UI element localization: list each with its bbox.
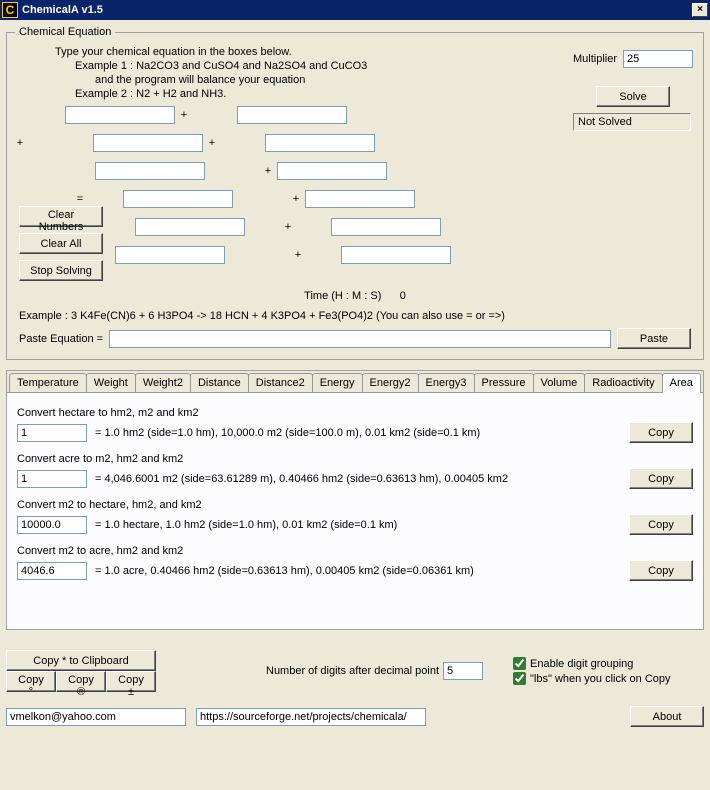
tab-energy2[interactable]: Energy2	[362, 373, 419, 392]
paste-label: Paste Equation =	[19, 333, 103, 345]
copy-to-clipboard-button[interactable]: Copy * to Clipboard	[6, 650, 156, 671]
tab-weight[interactable]: Weight	[86, 373, 136, 392]
tab-body-area: Convert hectare to hm2, m2 and km2 = 1.0 …	[7, 393, 703, 629]
plus-sign: +	[207, 137, 217, 149]
eq-input-1b[interactable]	[237, 106, 347, 124]
conversion-result: = 4,046.6001 m2 (side=63.61289 m), 0.404…	[95, 473, 629, 485]
multiplier-input[interactable]	[623, 50, 693, 68]
conversion-input[interactable]	[17, 562, 87, 580]
close-button[interactable]: ×	[692, 3, 708, 17]
eq-input-2a[interactable]	[93, 134, 203, 152]
paste-equation-input[interactable]	[109, 330, 611, 348]
tab-radioactivity[interactable]: Radioactivity	[584, 373, 662, 392]
conversion-result: = 1.0 hectare, 1.0 hm2 (side=1.0 hm), 0.…	[95, 519, 629, 531]
plus-sign: +	[263, 165, 273, 177]
lbs-on-copy-checkbox[interactable]: "lbs" when you click on Copy	[513, 672, 671, 685]
conversion-title: Convert m2 to hectare, hm2, and km2	[17, 499, 693, 511]
tab-area[interactable]: Area	[662, 373, 701, 393]
tab-distance2[interactable]: Distance2	[248, 373, 313, 392]
group-legend: Chemical Equation	[15, 26, 115, 38]
conversion-title: Convert hectare to hm2, m2 and km2	[17, 407, 693, 419]
conversion-title: Convert m2 to acre, hm2 and km2	[17, 545, 693, 557]
tab-bar: TemperatureWeightWeight2DistanceDistance…	[7, 371, 703, 393]
eq-input-4a[interactable]	[123, 190, 233, 208]
equals-sign: =	[75, 193, 85, 205]
decimal-digits-label: Number of digits after decimal point	[266, 665, 439, 677]
conversion-title: Convert acre to m2, hm2 and km2	[17, 453, 693, 465]
eq-input-2b[interactable]	[265, 134, 375, 152]
decimal-digits-input[interactable]	[443, 662, 483, 680]
copy-button[interactable]: Copy	[629, 422, 693, 443]
titlebar: C ChemicalA v1.5 ×	[0, 0, 710, 20]
tab-pressure[interactable]: Pressure	[474, 373, 534, 392]
conversion-block: Convert m2 to acre, hm2 and km2 = 1.0 acr…	[17, 545, 693, 581]
eq-input-3b[interactable]	[277, 162, 387, 180]
paste-example: Example : 3 K4Fe(CN)6 + 6 H3PO4 -> 18 HC…	[19, 310, 695, 322]
copy-button[interactable]: Copy	[629, 468, 693, 489]
solve-button[interactable]: Solve	[596, 86, 670, 107]
tab-weight2[interactable]: Weight2	[135, 373, 191, 392]
tab-volume[interactable]: Volume	[533, 373, 586, 392]
plus-sign: +	[291, 193, 301, 205]
stop-solving-button[interactable]: Stop Solving	[19, 260, 103, 281]
tab-distance[interactable]: Distance	[190, 373, 249, 392]
copy-registered-button[interactable]: Copy ®	[56, 671, 106, 692]
enable-grouping-input[interactable]	[513, 657, 526, 670]
eq-input-6a[interactable]	[115, 246, 225, 264]
copy-degree-button[interactable]: Copy °	[6, 671, 56, 692]
copy-plusminus-button[interactable]: Copy ±	[106, 671, 156, 692]
enable-grouping-checkbox[interactable]: Enable digit grouping	[513, 657, 671, 670]
time-label: Time (H : M : S)	[304, 290, 381, 302]
conversion-result: = 1.0 hm2 (side=1.0 hm), 10,000.0 m2 (si…	[95, 427, 629, 439]
window-title: ChemicalA v1.5	[22, 4, 692, 16]
plus-sign: +	[179, 109, 189, 121]
conversion-block: Convert acre to m2, hm2 and km2 = 4,046.6…	[17, 453, 693, 489]
eq-input-6b[interactable]	[341, 246, 451, 264]
converter-panel: TemperatureWeightWeight2DistanceDistance…	[6, 370, 704, 630]
plus-sign: +	[293, 249, 303, 261]
eq-input-3a[interactable]	[95, 162, 205, 180]
app-icon: C	[2, 2, 18, 18]
url-field[interactable]	[196, 708, 426, 726]
tab-temperature[interactable]: Temperature	[9, 373, 87, 392]
conversion-block: Convert m2 to hectare, hm2, and km2 = 1.0…	[17, 499, 693, 535]
clear-all-button[interactable]: Clear All	[19, 233, 103, 254]
conversion-input[interactable]	[17, 516, 87, 534]
conversion-input[interactable]	[17, 424, 87, 442]
eq-input-1a[interactable]	[65, 106, 175, 124]
plus-sign: +	[15, 137, 25, 149]
plus-sign: +	[283, 221, 293, 233]
conversion-input[interactable]	[17, 470, 87, 488]
conversion-result: = 1.0 acre, 0.40466 hm2 (side=0.63613 hm…	[95, 565, 629, 577]
lbs-on-copy-input[interactable]	[513, 672, 526, 685]
about-button[interactable]: About	[630, 706, 704, 727]
tab-energy[interactable]: Energy	[312, 373, 363, 392]
time-value: 0	[400, 290, 406, 302]
multiplier-label: Multiplier	[573, 53, 617, 65]
copy-button[interactable]: Copy	[629, 560, 693, 581]
conversion-block: Convert hectare to hm2, m2 and km2 = 1.0 …	[17, 407, 693, 443]
eq-input-4b[interactable]	[305, 190, 415, 208]
eq-input-5a[interactable]	[135, 218, 245, 236]
eq-input-5b[interactable]	[331, 218, 441, 236]
chemical-equation-group: Chemical Equation Multiplier Solve Not S…	[6, 26, 704, 360]
paste-button[interactable]: Paste	[617, 328, 691, 349]
tab-energy3[interactable]: Energy3	[418, 373, 475, 392]
clear-numbers-button[interactable]: Clear Numbers	[19, 206, 103, 227]
email-field[interactable]	[6, 708, 186, 726]
copy-button[interactable]: Copy	[629, 514, 693, 535]
